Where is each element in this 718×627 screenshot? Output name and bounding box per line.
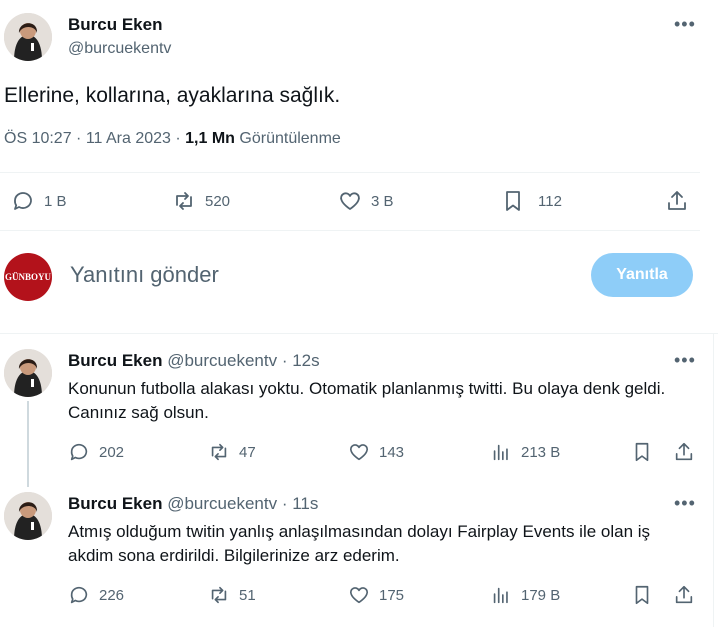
reply-button[interactable]: 1 B [11,189,67,213]
bookmark-button[interactable] [631,584,653,606]
right-border [713,333,714,627]
reply-icon [14,192,32,210]
reply-header: Burcu Eken @burcuekentv · 12s [68,351,320,371]
like-count: 3 B [371,192,394,210]
reply-text: Atmış olduğum twitin yanlış anlaşılmasın… [68,522,651,565]
more-options-icon[interactable]: ••• [674,14,696,35]
retweet-count: 520 [205,192,231,210]
views-count[interactable]: 1,1 Mn [185,130,235,147]
heart-icon [349,444,369,461]
bookmark-count: 112 [538,192,562,210]
retweet-count: 47 [239,443,256,461]
retweet-icon [211,443,227,461]
author-handle[interactable]: @burcuekentv [68,40,171,58]
author-name[interactable]: Burcu Eken [68,494,162,513]
reply-button[interactable]: 202 [68,441,124,463]
retweet-button[interactable]: 47 [208,441,256,463]
like-button[interactable]: 143 [348,441,404,463]
reply-input[interactable]: Yanıtını gönder [70,262,219,288]
author-handle[interactable]: @burcuekentv [167,351,277,370]
analytics-button[interactable]: 179 B [490,584,560,606]
share-icon [668,191,686,210]
thread-line [27,401,29,487]
analytics-icon [493,444,508,461]
heart-icon [340,192,360,210]
author-name[interactable]: Burcu Eken [68,351,162,370]
profile-photo [4,492,52,540]
retweet-icon [211,586,227,604]
reply-icon [70,586,88,604]
view-count: 179 B [521,586,561,604]
like-count: 143 [379,443,405,461]
retweet-button[interactable]: 51 [208,584,256,606]
share-button[interactable] [673,441,695,463]
more-options-icon[interactable]: ••• [674,493,696,514]
tweet-time[interactable]: ÖS 10:27 · 11 Ara 2023 · [4,130,185,147]
reply-count: 1 B [44,192,67,210]
reply-submit-button[interactable]: Yanıtla [591,253,693,297]
reply-count: 202 [99,443,125,461]
tweet-text: Ellerine, kollarına, ayaklarına sağlık. [4,84,341,107]
view-count: 213 B [521,443,561,461]
views-label: Görüntülenme [234,130,341,147]
divider [0,172,700,173]
profile-photo [4,13,52,61]
reply-header: Burcu Eken @burcuekentv · 11s [68,494,318,514]
more-options-icon[interactable]: ••• [674,350,696,371]
avatar[interactable] [4,492,52,540]
retweet-button[interactable]: 520 [172,189,230,213]
tweet-time[interactable]: · 12s [282,351,320,370]
analytics-button[interactable]: 213 B [490,441,560,463]
bookmark-icon [635,585,649,605]
bookmark-icon [635,442,649,462]
author-name[interactable]: Burcu Eken [68,15,162,35]
retweet-count: 51 [239,586,256,604]
tweet-time[interactable]: · 11s [282,494,319,513]
divider [0,230,700,231]
like-count: 175 [379,586,405,604]
tweet-meta: ÖS 10:27 · 11 Ara 2023 · 1,1 Mn Görüntül… [4,130,341,148]
like-button[interactable]: 3 B [338,189,394,213]
profile-photo [4,349,52,397]
reply-count: 226 [99,586,125,604]
reply-text: Konunun futbolla alakası yoktu. Otomatik… [68,379,666,422]
bookmark-icon [506,191,520,211]
like-button[interactable]: 175 [348,584,404,606]
retweet-icon [176,192,192,210]
heart-icon [349,587,369,604]
reply-icon [70,443,88,461]
avatar-logo-text: GÜNBOYU [4,272,51,282]
bookmark-button[interactable]: 112 [501,189,562,213]
current-user-avatar[interactable]: GÜNBOYU [4,253,52,301]
avatar[interactable] [4,13,52,61]
share-icon [675,442,693,461]
share-icon [675,585,693,604]
author-handle[interactable]: @burcuekentv [167,494,277,513]
avatar[interactable] [4,349,52,397]
share-button[interactable] [673,584,695,606]
divider [0,333,718,334]
reply-button[interactable]: 226 [68,584,124,606]
share-button[interactable] [665,189,689,213]
bookmark-button[interactable] [631,441,653,463]
analytics-icon [493,587,508,604]
